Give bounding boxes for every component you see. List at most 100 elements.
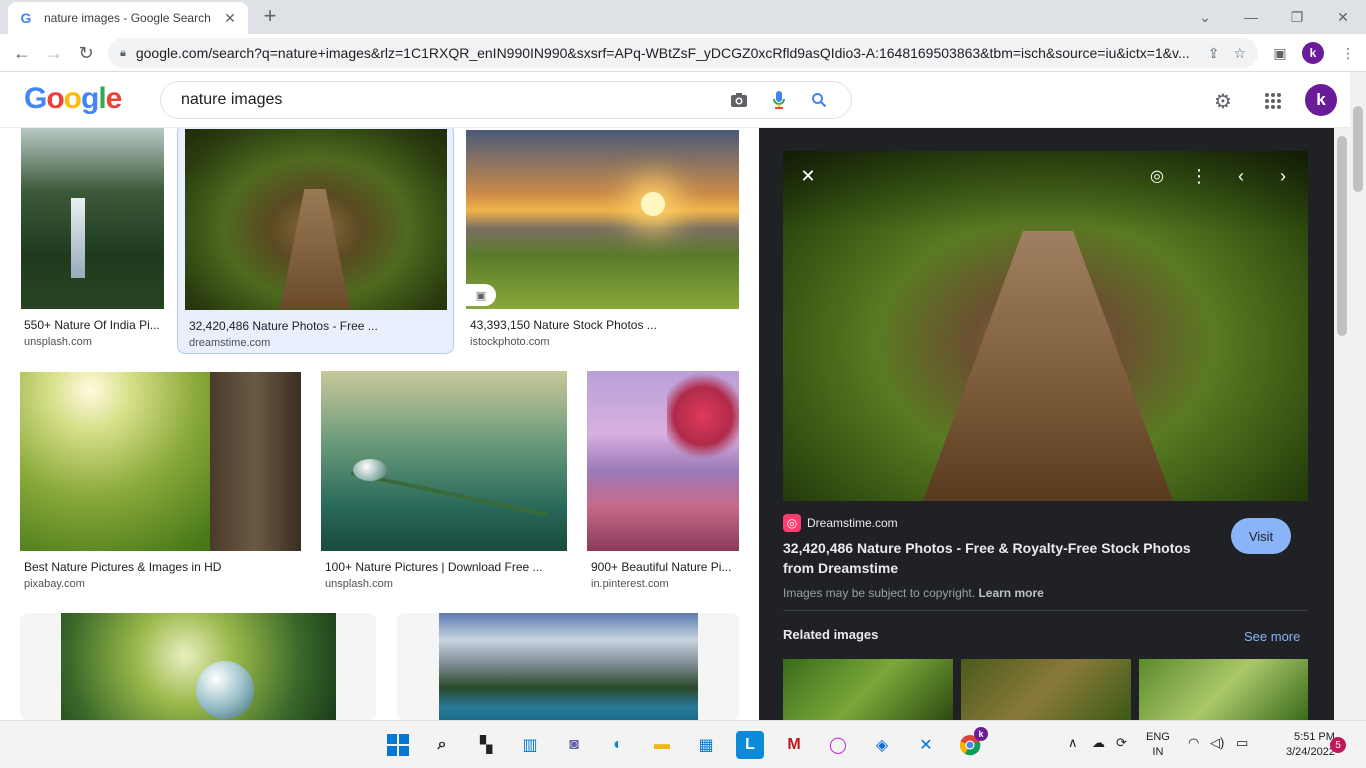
result-source[interactable]: unsplash.com [24,336,92,348]
result-thumbnail[interactable] [61,613,336,720]
wifi-icon[interactable]: ◠ [1188,735,1199,751]
result-thumbnail[interactable] [466,130,739,309]
google-logo[interactable]: Google [24,82,122,116]
share-icon[interactable]: ⇪ [1208,45,1220,62]
page-scrollbar[interactable] [1350,72,1366,720]
panel-scrollbar[interactable] [1334,128,1350,720]
search-box[interactable]: nature images [160,81,852,119]
result-title[interactable]: 100+ Nature Pictures | Download Free ... [325,560,555,574]
preview-title[interactable]: 32,420,486 Nature Photos - Free & Royalt… [783,538,1213,578]
result-card[interactable] [397,613,739,720]
apps-grid-icon[interactable] [1260,88,1286,114]
search-icon[interactable] [807,88,831,112]
launcher-l-icon[interactable]: L [736,731,764,759]
related-image[interactable] [783,659,953,720]
search-taskbar-icon[interactable]: ⌕ [428,731,456,759]
preview-image[interactable] [783,151,1308,501]
result-card-selected[interactable]: 32,420,486 Nature Photos - Free ... drea… [177,128,454,354]
browser-profile-avatar[interactable]: k [1302,42,1324,64]
close-icon[interactable]: ✕ [792,160,824,192]
result-title[interactable]: 43,393,150 Nature Stock Photos ... [470,318,730,332]
sidepanel-icon[interactable]: ▣ [1270,43,1290,63]
result-source[interactable]: pixabay.com [24,578,85,590]
file-explorer-icon[interactable]: ▬ [648,731,676,759]
image-badge-icon: ▣ [466,284,496,306]
result-card[interactable]: ▣ 43,393,150 Nature Stock Photos ... ist… [462,128,742,354]
mcafee-icon[interactable]: M [780,731,808,759]
result-title[interactable]: Best Nature Pictures & Images in HD [24,560,294,574]
restore-button[interactable]: ❐ [1274,0,1320,34]
chevron-right-icon[interactable]: › [1267,160,1299,192]
app-icon[interactable]: ◈ [868,731,896,759]
microsoft-store-icon[interactable]: ▦ [692,731,720,759]
result-thumbnail[interactable] [321,371,567,551]
reload-icon[interactable]: ↻ [72,40,100,66]
result-thumbnail[interactable] [587,371,739,551]
panel-scrollbar-thumb[interactable] [1337,136,1347,336]
browser-tab[interactable]: G nature images - Google Search ✕ [8,2,248,34]
camera-icon[interactable] [727,88,751,112]
tab-strip: G nature images - Google Search ✕ + ⌄ — … [0,0,1366,34]
result-thumbnail[interactable] [185,129,447,310]
see-more-link[interactable]: See more [1244,629,1300,644]
more-vert-icon[interactable]: ⋮ [1183,160,1215,192]
sync-icon[interactable]: ⟳ [1116,735,1127,751]
mic-icon[interactable] [767,88,791,112]
widgets-icon[interactable]: ▥ [516,731,544,759]
onedrive-icon[interactable]: ☁ [1092,735,1105,751]
result-card[interactable] [20,613,376,720]
cortana-icon[interactable]: ◯ [824,731,852,759]
language-indicator[interactable]: ENG IN [1146,730,1170,760]
notification-badge[interactable]: 5 [1330,737,1346,753]
result-card[interactable]: 100+ Nature Pictures | Download Free ...… [318,371,570,596]
volume-icon[interactable]: ◁) [1210,735,1224,751]
address-bar[interactable]: 🔒︎ google.com/search?q=nature+images&rlz… [108,38,1258,68]
result-title[interactable]: 32,420,486 Nature Photos - Free ... [189,319,439,333]
tab-search-chevron-icon[interactable]: ⌄ [1182,0,1228,34]
result-thumbnail[interactable] [21,128,164,309]
search-input[interactable]: nature images [181,91,711,109]
lens-icon[interactable]: ◎ [1141,160,1173,192]
tray-overflow-chevron-icon[interactable]: ∧ [1068,735,1078,751]
result-title[interactable]: 900+ Beautiful Nature Pi... [591,560,737,574]
lock-icon[interactable]: 🔒︎ [120,47,126,60]
vscode-icon[interactable]: ✕ [912,731,940,759]
star-icon[interactable]: ☆ [1233,45,1246,62]
result-card[interactable]: 900+ Beautiful Nature Pi... in.pinterest… [584,371,742,596]
minimize-button[interactable]: — [1228,0,1274,34]
window-close-button[interactable]: ✕ [1320,0,1366,34]
teams-chat-icon[interactable]: ◙ [560,731,588,759]
page-scrollbar-thumb[interactable] [1353,106,1363,192]
forward-icon[interactable]: → [40,40,68,66]
result-title[interactable]: 550+ Nature Of India Pi... [24,318,164,332]
preview-source[interactable]: ◎ Dreamstime.com [783,514,898,532]
result-card[interactable]: 550+ Nature Of India Pi... unsplash.com [18,128,168,354]
result-source[interactable]: unsplash.com [325,578,393,590]
chrome-taskbar-icon[interactable]: k [956,727,988,759]
result-source[interactable]: dreamstime.com [189,337,270,349]
system-clock[interactable]: 5:51 PM 3/24/2022 [1286,730,1335,760]
result-card[interactable]: Best Nature Pictures & Images in HD pixa… [18,372,304,596]
back-icon[interactable]: ← [8,40,36,66]
edge-icon[interactable]: ◐ [604,731,632,759]
url-text[interactable]: google.com/search?q=nature+images&rlz=1C… [136,45,1194,61]
new-tab-button[interactable]: + [258,4,282,28]
preview-source-name[interactable]: Dreamstime.com [807,516,898,530]
tab-close-icon[interactable]: ✕ [222,10,238,27]
browser-menu-icon[interactable]: ⋮ [1338,43,1358,63]
result-source[interactable]: in.pinterest.com [591,578,669,590]
result-source[interactable]: istockphoto.com [470,336,549,348]
battery-icon[interactable]: ▭ [1236,735,1248,751]
image-results-grid: 550+ Nature Of India Pi... unsplash.com … [0,128,759,720]
visit-button[interactable]: Visit [1231,518,1291,554]
result-thumbnail[interactable] [20,372,301,551]
learn-more-link[interactable]: Learn more [978,586,1043,600]
result-thumbnail[interactable] [439,613,698,720]
google-account-avatar[interactable]: k [1305,84,1337,116]
task-view-icon[interactable]: ▚ [472,731,500,759]
related-image[interactable] [961,659,1131,720]
chevron-left-icon[interactable]: ‹ [1225,160,1257,192]
gear-icon[interactable]: ⚙ [1210,88,1236,114]
related-image[interactable] [1139,659,1308,720]
windows-start-icon[interactable] [384,731,412,759]
